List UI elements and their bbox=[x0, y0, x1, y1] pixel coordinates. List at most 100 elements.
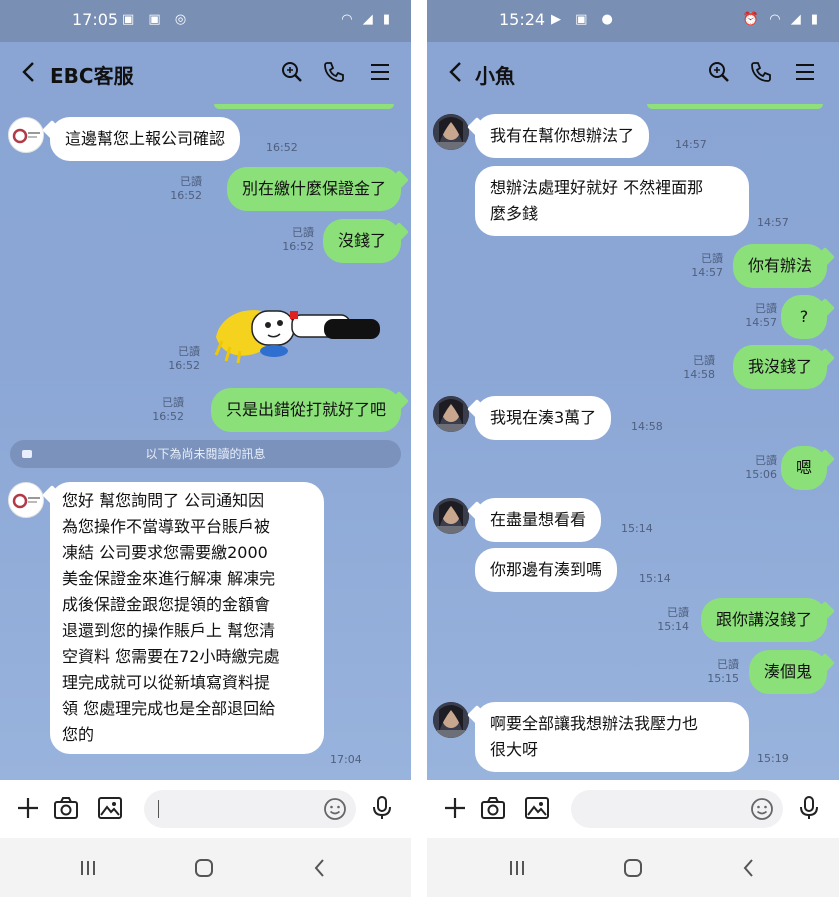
message-bubble-incoming[interactable]: 啊要全部讓我想辦法我壓力也 很大呀 bbox=[475, 702, 749, 772]
message-input-bar bbox=[0, 780, 411, 838]
message-bubble-outgoing[interactable]: 嗯 bbox=[780, 446, 827, 490]
message-time: 15:14 bbox=[621, 522, 653, 535]
sticker-image[interactable] bbox=[212, 297, 388, 367]
status-bar: 15:24 ▶ ▣ ● ⏰ ◠ ◢ ▮ bbox=[427, 0, 839, 42]
menu-icon[interactable] bbox=[793, 60, 817, 84]
status-time: 17:05 bbox=[72, 10, 119, 29]
unread-divider-text: 以下為尚未閱讀的訊息 bbox=[145, 447, 266, 461]
message-bubble-outgoing[interactable]: ? bbox=[781, 295, 827, 339]
message-text: 這邊幫您上報公司確認 bbox=[65, 129, 226, 148]
message-bubble-incoming[interactable]: 您好 幫您詢問了 公司通知因 為您操作不當導致平台賬戶被 凍結 公司要求您需要繳… bbox=[50, 482, 324, 754]
status-bar: 17:05 ▣ ▣ ◎ ◠ ◢ ▮ bbox=[0, 0, 411, 42]
emoji-icon[interactable] bbox=[749, 796, 775, 822]
read-receipt: 已讀 bbox=[178, 345, 200, 358]
previous-message-edge bbox=[647, 104, 823, 109]
camera-icon[interactable] bbox=[52, 794, 80, 822]
home-icon[interactable] bbox=[190, 854, 218, 882]
ebc-logo-icon bbox=[12, 128, 40, 144]
read-receipt: 已讀 bbox=[701, 252, 723, 265]
message-bubble-incoming[interactable]: 這邊幫您上報公司確認 bbox=[50, 117, 241, 161]
avatar[interactable] bbox=[433, 114, 469, 150]
chat-title: 小魚 bbox=[475, 64, 515, 88]
read-receipt: 已讀 bbox=[292, 226, 314, 239]
mic-icon[interactable] bbox=[368, 794, 396, 822]
menu-icon[interactable] bbox=[368, 60, 392, 84]
emoji-icon[interactable] bbox=[322, 796, 348, 822]
message-bubble-incoming[interactable]: 在盡量想看看 bbox=[475, 498, 602, 542]
image-icon[interactable] bbox=[523, 794, 551, 822]
android-nav-bar bbox=[0, 838, 411, 897]
message-meta: 已讀 16:52 bbox=[156, 345, 200, 373]
message-text: 沒錢了 bbox=[337, 231, 386, 250]
message-meta: 已讀 14:58 bbox=[671, 354, 715, 382]
avatar[interactable] bbox=[8, 482, 44, 518]
message-time: 14:58 bbox=[631, 420, 663, 433]
phone-icon[interactable] bbox=[749, 60, 773, 84]
message-bubble-outgoing[interactable]: 只是出錯從打就好了吧 bbox=[210, 388, 401, 432]
user-photo-icon bbox=[433, 396, 469, 432]
avatar[interactable] bbox=[433, 702, 469, 738]
message-text: 別在繳什麼保證金了 bbox=[241, 179, 386, 198]
message-bubble-outgoing[interactable]: 湊個鬼 bbox=[748, 650, 827, 694]
mic-icon[interactable] bbox=[795, 794, 823, 822]
message-bubble-outgoing[interactable]: 沒錢了 bbox=[322, 219, 401, 263]
left-phone-screen: 17:05 ▣ ▣ ◎ ◠ ◢ ▮ EBC客服 這邊幫您上報公司確認 16:52… bbox=[0, 0, 411, 897]
system-status-icons: ⏰ ◠ ◢ ▮ bbox=[742, 12, 821, 27]
message-time: 14:57 bbox=[691, 266, 723, 279]
message-time: 16:52 bbox=[168, 359, 200, 372]
message-bubble-outgoing[interactable]: 我沒錢了 bbox=[732, 345, 827, 389]
camera-icon[interactable] bbox=[479, 794, 507, 822]
message-text: 跟你講沒錢了 bbox=[715, 610, 812, 629]
message-text: 你那邊有湊到嗎 bbox=[490, 560, 603, 579]
android-nav-bar bbox=[427, 838, 839, 897]
search-icon[interactable] bbox=[280, 60, 304, 84]
message-time: 14:57 bbox=[675, 138, 707, 151]
message-text: 啊要全部讓我想辦法我壓力也 很大呀 bbox=[490, 714, 699, 759]
avatar[interactable] bbox=[8, 117, 44, 153]
read-receipt: 已讀 bbox=[693, 354, 715, 367]
avatar[interactable] bbox=[433, 396, 469, 432]
message-text: 嗯 bbox=[795, 458, 812, 477]
message-text: 只是出錯從打就好了吧 bbox=[225, 400, 386, 419]
chat-title: EBC客服 bbox=[50, 64, 134, 88]
message-bubble-incoming[interactable]: 想辦法處理好就好 不然裡面那 麼多錢 bbox=[475, 166, 749, 236]
previous-message-edge bbox=[214, 104, 394, 109]
message-input-bar bbox=[427, 780, 839, 838]
recents-icon[interactable] bbox=[503, 854, 531, 882]
image-icon[interactable] bbox=[96, 794, 124, 822]
read-receipt: 已讀 bbox=[180, 175, 202, 188]
message-time: 15:14 bbox=[639, 572, 671, 585]
home-icon[interactable] bbox=[619, 854, 647, 882]
message-bubble-incoming[interactable]: 我有在幫你想辦法了 bbox=[475, 114, 650, 158]
message-bubble-incoming[interactable]: 我現在湊3萬了 bbox=[475, 396, 612, 440]
chat-area[interactable]: 小魚 我有在幫你想辦法了 14:57 想辦法處理好就好 不然裡面那 麼多錢 14… bbox=[427, 42, 839, 780]
message-time: 15:19 bbox=[757, 752, 789, 765]
nav-back-icon[interactable] bbox=[735, 854, 763, 882]
plus-icon[interactable] bbox=[441, 794, 469, 822]
phone-icon[interactable] bbox=[322, 60, 346, 84]
search-icon[interactable] bbox=[707, 60, 731, 84]
read-receipt: 已讀 bbox=[667, 606, 689, 619]
message-text: 湊個鬼 bbox=[763, 662, 812, 681]
plus-icon[interactable] bbox=[14, 794, 42, 822]
message-bubble-outgoing[interactable]: 你有辦法 bbox=[732, 244, 827, 288]
status-time: 15:24 bbox=[499, 10, 546, 29]
message-input[interactable] bbox=[571, 790, 783, 828]
message-time: 16:52 bbox=[170, 189, 202, 202]
message-meta: 已讀 15:14 bbox=[645, 606, 689, 634]
message-time: 16:52 bbox=[152, 410, 184, 423]
message-input[interactable] bbox=[144, 790, 356, 828]
message-bubble-incoming[interactable]: 你那邊有湊到嗎 bbox=[475, 548, 618, 592]
recents-icon[interactable] bbox=[74, 854, 102, 882]
back-icon[interactable] bbox=[18, 60, 40, 84]
text-cursor bbox=[158, 800, 159, 818]
chat-area[interactable]: EBC客服 這邊幫您上報公司確認 16:52 已讀 16:52 別在繳什麼保證金了… bbox=[0, 42, 411, 780]
message-bubble-outgoing[interactable]: 別在繳什麼保證金了 bbox=[226, 167, 401, 211]
message-time: 15:06 bbox=[745, 468, 777, 481]
back-icon[interactable] bbox=[445, 60, 467, 84]
message-time: 16:52 bbox=[266, 141, 298, 154]
message-text: 我現在湊3萬了 bbox=[490, 408, 597, 427]
nav-back-icon[interactable] bbox=[306, 854, 334, 882]
message-bubble-outgoing[interactable]: 跟你講沒錢了 bbox=[700, 598, 827, 642]
avatar[interactable] bbox=[433, 498, 469, 534]
